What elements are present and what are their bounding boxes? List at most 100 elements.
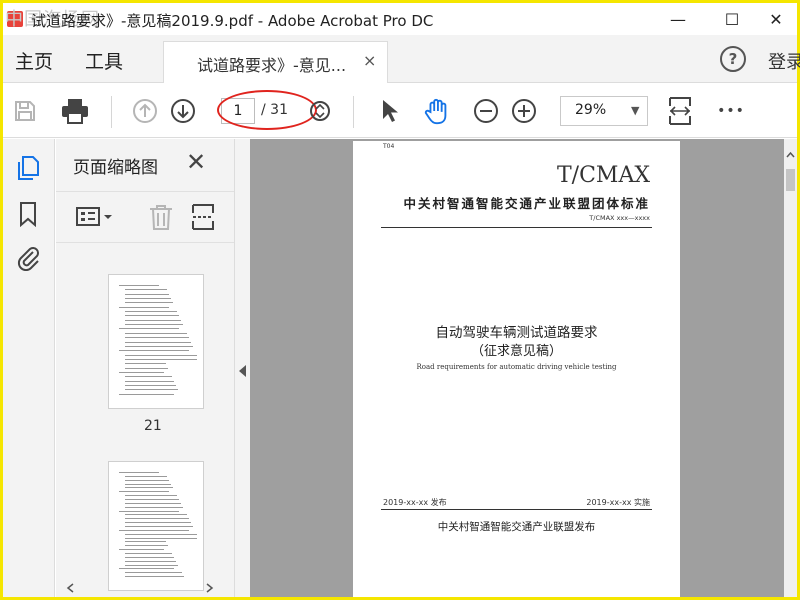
previous-page-icon[interactable] bbox=[131, 97, 159, 125]
fit-page-icon[interactable] bbox=[666, 97, 694, 125]
maximize-button[interactable]: ☐ bbox=[709, 3, 755, 35]
hand-tool-icon[interactable] bbox=[423, 97, 451, 125]
thumbnail-text-line bbox=[125, 537, 197, 539]
help-icon[interactable]: ? bbox=[720, 46, 746, 72]
menu-home[interactable]: 主页 bbox=[15, 47, 53, 74]
thumbnail-text-line bbox=[125, 311, 177, 313]
page-navigator: 1 / 31 bbox=[217, 90, 317, 130]
thumbnail-text-line bbox=[125, 576, 184, 578]
page-thumbnail[interactable] bbox=[108, 274, 204, 409]
doc-subtitle: （征求意见稿） bbox=[470, 344, 562, 359]
thumbnail-text-line bbox=[125, 389, 178, 391]
page-thumbnails-icon[interactable] bbox=[15, 155, 41, 181]
document-scrollbar[interactable] bbox=[784, 139, 797, 597]
thumbnail-text-line bbox=[125, 545, 168, 547]
thumbnail-text-line bbox=[125, 293, 169, 295]
thumbnail-page-label: 21 bbox=[144, 418, 162, 434]
thumbnail-text-line bbox=[119, 285, 159, 286]
page-thumbnail[interactable] bbox=[108, 461, 204, 591]
doc-title: 自动驾驶车辆测试道路要求 bbox=[435, 325, 598, 341]
horizontal-scrollbar[interactable] bbox=[56, 579, 234, 597]
delete-page-icon[interactable] bbox=[148, 203, 174, 235]
more-tools-icon[interactable]: ••• bbox=[713, 97, 749, 125]
zoom-out-icon[interactable] bbox=[472, 97, 500, 125]
page-stepper-icon[interactable] bbox=[306, 97, 334, 125]
thumbnail-text-line bbox=[125, 522, 191, 524]
thumbnail-text-line bbox=[125, 380, 174, 382]
thumbnail-text-line bbox=[125, 376, 172, 378]
doc-rule bbox=[381, 227, 652, 228]
thumbnail-text-line bbox=[119, 510, 179, 512]
chevron-down-icon: ▼ bbox=[631, 104, 640, 117]
panel-title: 页面缩略图 bbox=[73, 158, 158, 178]
title-bar: 中国汽场网 试道路要求》-意见稿2019.9.pdf - Adobe Acrob… bbox=[3, 3, 797, 35]
zoom-in-icon[interactable] bbox=[510, 97, 538, 125]
thumbnail-text-line bbox=[119, 393, 174, 395]
close-window-button[interactable]: ✕ bbox=[753, 3, 799, 35]
thumbnail-text-line bbox=[125, 289, 167, 291]
minimize-button[interactable]: — bbox=[655, 3, 701, 35]
doc-publish-date: 2019-xx-xx 发布 bbox=[383, 498, 447, 507]
thumbnail-text-line bbox=[125, 475, 167, 477]
thumbnail-text-line bbox=[125, 487, 173, 489]
save-icon[interactable] bbox=[11, 97, 39, 125]
thumbnail-text-line bbox=[125, 354, 197, 356]
thumbnail-text-line bbox=[119, 491, 169, 493]
doc-implement-date: 2019-xx-xx 实施 bbox=[586, 498, 650, 507]
navigation-rail bbox=[3, 139, 55, 597]
panel-toolbar bbox=[56, 191, 234, 243]
thumbnail-text-line bbox=[125, 518, 189, 520]
thumbnail-text-line bbox=[125, 367, 168, 369]
next-page-icon[interactable] bbox=[169, 97, 197, 125]
select-cursor-icon[interactable] bbox=[375, 97, 403, 125]
thumbnail-text-line bbox=[125, 572, 182, 574]
toolbar-divider bbox=[111, 96, 112, 128]
thumbnail-text-line bbox=[119, 472, 159, 473]
thumbnail-text-line bbox=[125, 384, 176, 386]
thumbnail-text-line bbox=[125, 506, 183, 508]
zoom-select[interactable]: 29% ▼ bbox=[560, 96, 648, 126]
highlight-oval bbox=[217, 90, 317, 130]
thumbnail-text-line bbox=[119, 529, 189, 531]
thumbnail-text-line bbox=[125, 533, 197, 535]
document-tab-label: 试道路要求》-意见... bbox=[197, 56, 347, 75]
thumbnail-text-line bbox=[125, 483, 171, 485]
insert-page-icon[interactable] bbox=[190, 203, 216, 235]
thumbnail-text-line bbox=[125, 564, 178, 566]
login-button[interactable]: 登录 bbox=[768, 48, 800, 74]
thumbnail-text-line bbox=[125, 337, 189, 339]
thumbnail-text-line bbox=[119, 328, 179, 330]
thumbnail-text-line bbox=[125, 495, 177, 497]
thumbnail-text-line bbox=[125, 479, 169, 481]
doc-code: T04 bbox=[383, 143, 395, 150]
window-title: 试道路要求》-意见稿2019.9.pdf - Adobe Acrobat Pro… bbox=[31, 12, 434, 30]
doc-issuer: 中关村智通智能交通产业联盟发布 bbox=[437, 521, 596, 533]
thumbnail-text-line bbox=[119, 568, 174, 570]
thumbnail-text-line bbox=[119, 306, 169, 308]
thumbnail-text-line bbox=[125, 345, 193, 347]
attachment-icon[interactable] bbox=[15, 245, 41, 271]
thumbnail-text-line bbox=[125, 341, 191, 343]
thumbnail-text-line bbox=[119, 549, 164, 551]
document-tab[interactable]: 试道路要求》-意见... × bbox=[163, 41, 388, 83]
thumbnail-text-line bbox=[119, 350, 189, 352]
toolbar-divider bbox=[353, 96, 354, 128]
panel-splitter[interactable] bbox=[234, 139, 250, 597]
thumbnail-text-line bbox=[119, 371, 164, 373]
tab-close-icon[interactable]: × bbox=[363, 51, 376, 70]
doc-organization: 中关村智通智能交通产业联盟团体标准 bbox=[403, 196, 650, 211]
doc-english-title: Road requirements for automatic driving … bbox=[416, 363, 617, 371]
thumbnail-text-line bbox=[125, 358, 197, 360]
menu-tools[interactable]: 工具 bbox=[85, 47, 123, 74]
print-icon[interactable] bbox=[61, 97, 89, 125]
toolbar: 1 / 31 29% ▼ ••• bbox=[3, 84, 797, 138]
scrollbar-thumb[interactable] bbox=[786, 169, 795, 191]
thumbnail-options-icon[interactable] bbox=[76, 205, 114, 233]
bookmark-icon[interactable] bbox=[15, 201, 41, 227]
menu-bar: 主页 工具 试道路要求》-意见... × ? 登录 bbox=[3, 35, 800, 83]
document-viewer[interactable]: T04 T/CMAX 中关村智通智能交通产业联盟团体标准 T/CMAX xxx—… bbox=[250, 139, 784, 597]
thumbnail-text-line bbox=[125, 526, 193, 527]
pdf-page: T04 T/CMAX 中关村智通智能交通产业联盟团体标准 T/CMAX xxx—… bbox=[353, 141, 680, 597]
close-panel-icon[interactable]: ✕ bbox=[186, 148, 206, 176]
thumbnail-text-line bbox=[125, 499, 179, 500]
